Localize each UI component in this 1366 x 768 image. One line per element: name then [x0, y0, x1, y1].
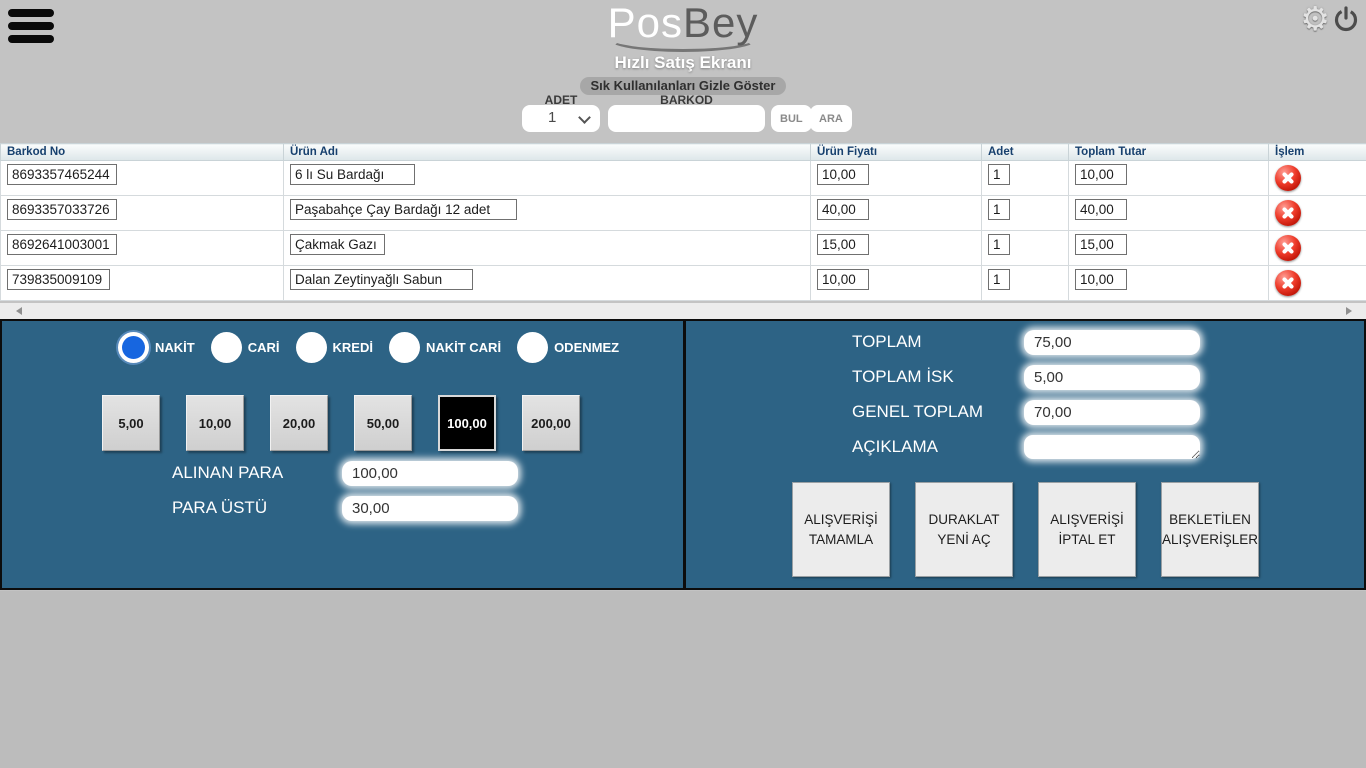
payment-option-nakit-cari[interactable]: NAKİT CARİ: [389, 332, 501, 363]
complete-sale-button[interactable]: ALIŞVERİŞİTAMAMLA: [792, 482, 890, 577]
discount-input[interactable]: [1024, 365, 1200, 390]
denomination-button[interactable]: 10,00: [186, 395, 244, 451]
table-row: [1, 161, 1366, 196]
row-price-input[interactable]: [817, 164, 869, 185]
row-name-input[interactable]: [290, 199, 517, 220]
bottom-background: [0, 591, 1366, 768]
row-name-input[interactable]: [290, 234, 385, 255]
radio-icon[interactable]: [296, 332, 327, 363]
col-header-action: İşlem: [1269, 144, 1366, 161]
note-textarea[interactable]: [1024, 435, 1200, 459]
discount-label: TOPLAM İSK: [852, 367, 954, 387]
row-barcode-input[interactable]: [7, 199, 117, 220]
payment-option-kredi[interactable]: KREDİ: [296, 332, 373, 363]
delete-row-icon[interactable]: [1275, 235, 1301, 261]
row-name-input[interactable]: [290, 164, 415, 185]
barcode-input[interactable]: [608, 105, 765, 132]
denomination-button[interactable]: 20,00: [270, 395, 328, 451]
payment-method-options: NAKİT CARİ KREDİ NAKİT CARİ ODENMEZ: [118, 332, 635, 363]
cancel-sale-button[interactable]: ALIŞVERİŞİİPTAL ET: [1038, 482, 1136, 577]
find-button[interactable]: BUL: [771, 105, 812, 132]
row-barcode-input[interactable]: [7, 234, 117, 255]
row-price-input[interactable]: [817, 269, 869, 290]
col-header-name: Ürün Adı: [284, 144, 811, 161]
row-price-input[interactable]: [817, 199, 869, 220]
col-header-price: Ürün Fiyatı: [811, 144, 982, 161]
col-header-qty: Adet: [982, 144, 1069, 161]
row-qty-input[interactable]: [988, 199, 1010, 220]
delete-row-icon[interactable]: [1275, 165, 1301, 191]
received-money-input[interactable]: [342, 461, 518, 486]
chevron-down-icon: [578, 111, 591, 124]
delete-row-icon[interactable]: [1275, 270, 1301, 296]
note-label: AÇIKLAMA: [852, 437, 938, 457]
col-header-total: Toplam Tutar: [1069, 144, 1269, 161]
row-qty-input[interactable]: [988, 269, 1010, 290]
col-header-barcode: Barkod No: [1, 144, 284, 161]
row-name-input[interactable]: [290, 269, 473, 290]
table-row: [1, 231, 1366, 266]
denomination-button[interactable]: 5,00: [102, 395, 160, 451]
table-row: [1, 266, 1366, 301]
change-input[interactable]: [342, 496, 518, 521]
items-table: Barkod No Ürün Adı Ürün Fiyatı Adet Topl…: [0, 143, 1366, 301]
row-total-input[interactable]: [1075, 164, 1127, 185]
row-barcode-input[interactable]: [7, 164, 117, 185]
radio-icon[interactable]: [517, 332, 548, 363]
row-total-input[interactable]: [1075, 199, 1127, 220]
radio-icon[interactable]: [389, 332, 420, 363]
table-header-row: Barkod No Ürün Adı Ürün Fiyatı Adet Topl…: [1, 144, 1366, 161]
grand-total-label: GENEL TOPLAM: [852, 402, 983, 422]
total-label: TOPLAM: [852, 332, 922, 352]
payment-panel: NAKİT CARİ KREDİ NAKİT CARİ ODENMEZ 5,00…: [0, 319, 1366, 590]
horizontal-scrollbar[interactable]: [0, 303, 1366, 319]
radio-selected-icon[interactable]: [118, 332, 149, 363]
table-row: [1, 196, 1366, 231]
row-total-input[interactable]: [1075, 234, 1127, 255]
search-button[interactable]: ARA: [810, 105, 852, 132]
radio-icon[interactable]: [211, 332, 242, 363]
denomination-buttons: 5,00 10,00 20,00 50,00 100,00 200,00: [102, 395, 580, 451]
page-title: Hızlı Satış Ekranı: [0, 53, 1366, 73]
total-input[interactable]: [1024, 330, 1200, 355]
scroll-right-icon[interactable]: [1346, 307, 1352, 315]
held-sales-button[interactable]: BEKLETİLENALIŞVERİŞLER: [1161, 482, 1259, 577]
received-money-label: ALINAN PARA: [172, 463, 283, 483]
quantity-select[interactable]: 1: [522, 105, 600, 132]
row-qty-input[interactable]: [988, 164, 1010, 185]
payment-option-nakit[interactable]: NAKİT: [118, 332, 195, 363]
row-total-input[interactable]: [1075, 269, 1127, 290]
pause-new-sale-button[interactable]: DURAKLATYENİ AÇ: [915, 482, 1013, 577]
panel-divider: [683, 321, 686, 588]
denomination-button[interactable]: 200,00: [522, 395, 580, 451]
change-label: PARA ÜSTÜ: [172, 498, 267, 518]
row-qty-input[interactable]: [988, 234, 1010, 255]
row-barcode-input[interactable]: [7, 269, 110, 290]
row-price-input[interactable]: [817, 234, 869, 255]
grand-total-input[interactable]: [1024, 400, 1200, 425]
sale-action-buttons: ALIŞVERİŞİTAMAMLA DURAKLATYENİ AÇ ALIŞVE…: [792, 482, 1259, 577]
delete-row-icon[interactable]: [1275, 200, 1301, 226]
payment-option-cari[interactable]: CARİ: [211, 332, 280, 363]
payment-option-odenmez[interactable]: ODENMEZ: [517, 332, 619, 363]
posbey-logo: PosBey: [0, 0, 1366, 46]
denomination-button-selected[interactable]: 100,00: [438, 395, 496, 451]
denomination-button[interactable]: 50,00: [354, 395, 412, 451]
scroll-left-icon[interactable]: [16, 307, 22, 315]
